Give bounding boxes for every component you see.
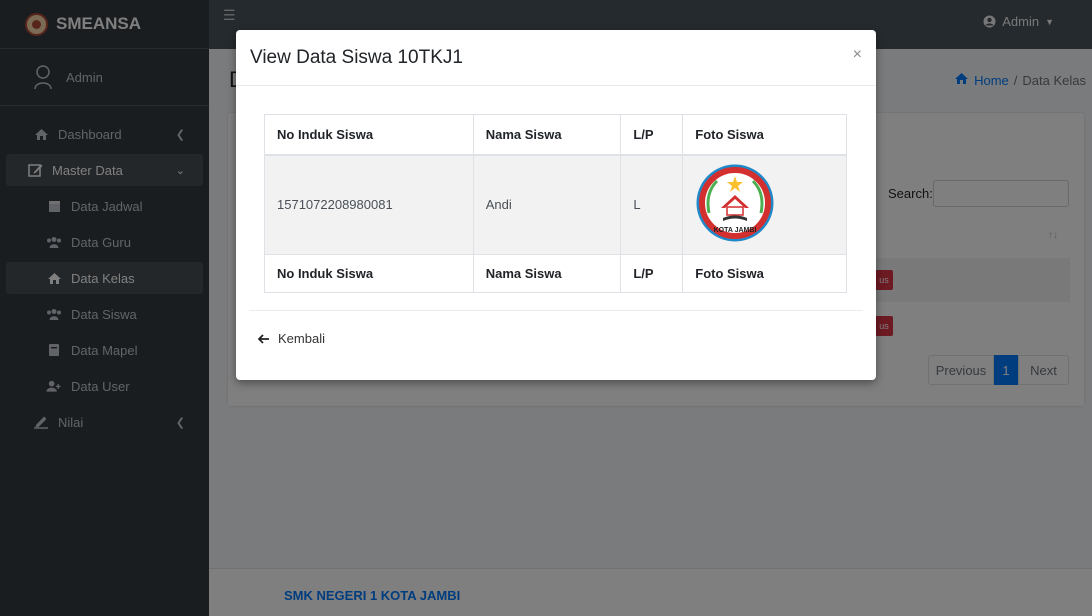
cell-foto: KOTA JAMBI xyxy=(682,154,847,255)
view-siswa-modal: View Data Siswa 10TKJ1 × No Induk Siswa … xyxy=(236,30,876,380)
back-label: Kembali xyxy=(278,331,325,346)
column-header-nis[interactable]: No Induk Siswa xyxy=(264,114,474,156)
footer-header-nis: No Induk Siswa xyxy=(264,254,474,293)
cell-lp: L xyxy=(620,154,684,255)
cell-nama: Andi xyxy=(472,154,622,255)
footer-header-lp: L/P xyxy=(620,254,684,293)
column-header-lp[interactable]: L/P xyxy=(620,114,684,156)
table-row: 1571072208980081 Andi L KOTA JAMBI xyxy=(264,154,847,255)
modal-title: View Data Siswa 10TKJ1 xyxy=(250,46,463,68)
close-icon[interactable]: × xyxy=(853,46,862,64)
logo-text: KOTA JAMBI xyxy=(714,227,757,234)
footer-header-nama: Nama Siswa xyxy=(472,254,622,293)
siswa-table: No Induk Siswa Nama Siswa L/P Foto Siswa… xyxy=(264,114,847,293)
arrow-left-icon xyxy=(258,333,269,344)
modal-header: View Data Siswa 10TKJ1 xyxy=(236,30,876,86)
cell-nis: 1571072208980081 xyxy=(264,154,474,255)
modal-footer-divider xyxy=(249,310,863,311)
table-footer-row: No Induk Siswa Nama Siswa L/P Foto Siswa xyxy=(264,254,847,293)
school-logo-image: KOTA JAMBI xyxy=(696,164,774,242)
column-header-foto[interactable]: Foto Siswa xyxy=(682,114,847,156)
back-button[interactable]: Kembali xyxy=(258,331,325,346)
table-header-row: No Induk Siswa Nama Siswa L/P Foto Siswa xyxy=(264,114,847,156)
column-header-nama[interactable]: Nama Siswa xyxy=(472,114,622,156)
footer-header-foto: Foto Siswa xyxy=(682,254,847,293)
